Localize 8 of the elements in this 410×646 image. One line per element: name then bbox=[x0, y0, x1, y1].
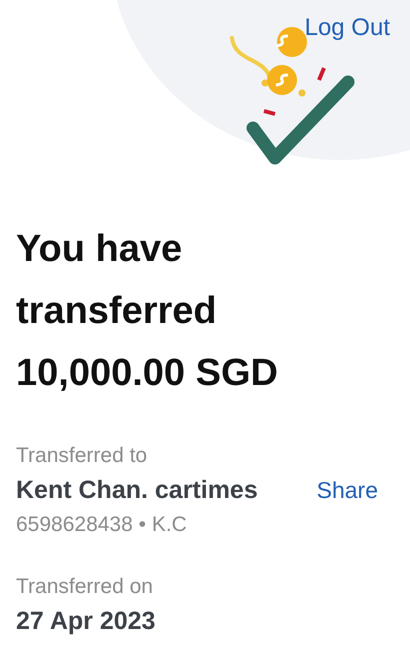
transfer-title: You have transferred 10,000.00 SGD bbox=[16, 227, 279, 396]
logout-link[interactable]: Log Out bbox=[304, 14, 390, 42]
transfer-date: 27 Apr 2023 bbox=[16, 607, 156, 636]
recipient-name: Kent Chan. cartimes bbox=[16, 476, 258, 505]
field-label: Transferred on bbox=[16, 575, 154, 599]
share-link[interactable]: Share bbox=[316, 477, 378, 504]
field-label: Transferred to bbox=[16, 444, 148, 468]
account-number: 6598628438 • K.C bbox=[16, 513, 188, 537]
